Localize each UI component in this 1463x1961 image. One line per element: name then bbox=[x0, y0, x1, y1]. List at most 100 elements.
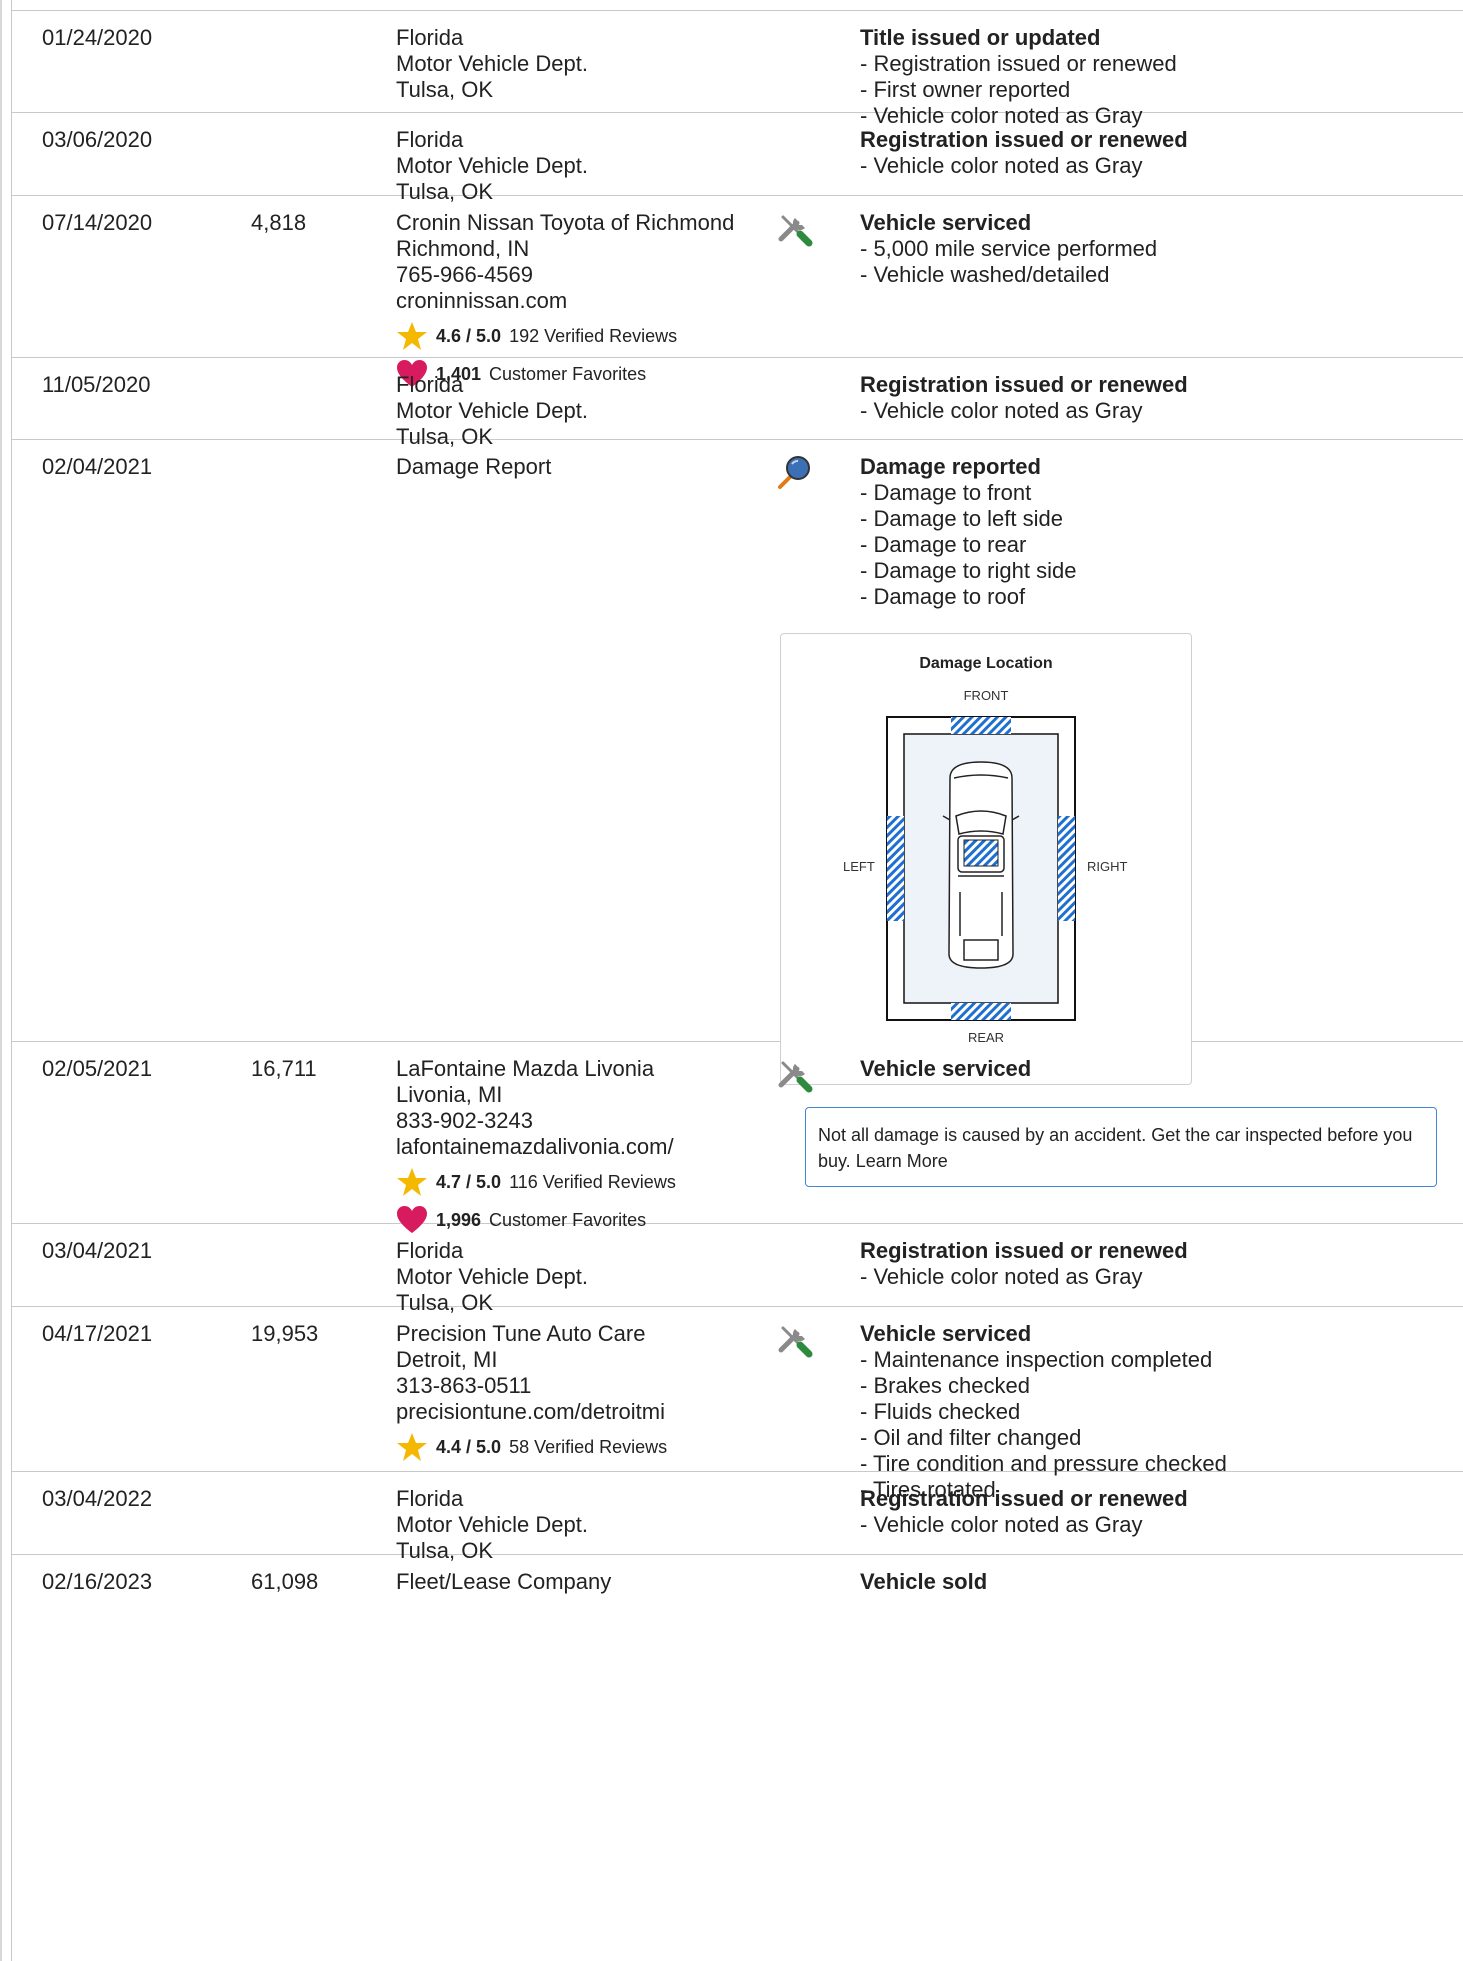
event-title: Vehicle serviced bbox=[860, 210, 1032, 235]
event-detail-item: - 5,000 mile service performed bbox=[860, 236, 1158, 261]
dealer-rating[interactable]: 4.4 / 5.0 58 Verified Reviews bbox=[396, 1431, 776, 1463]
wrench-screwdriver-icon bbox=[775, 208, 819, 252]
event-detail-item: - Vehicle washed/detailed bbox=[860, 262, 1110, 287]
source-line: Precision Tune Auto Care bbox=[396, 1321, 646, 1346]
dealer-rating[interactable]: 4.6 / 5.0 192 Verified Reviews bbox=[396, 320, 776, 352]
wrench-screwdriver-icon bbox=[775, 1054, 819, 1098]
damage-location-diagram: Damage Location FRONT REAR LEFT RIGHT bbox=[780, 633, 1192, 1085]
row-event-icon bbox=[775, 1484, 819, 1528]
source-line: 833-902-3243 bbox=[396, 1108, 534, 1133]
source-line: 313-863-0511 bbox=[396, 1373, 532, 1398]
source-website-link[interactable]: croninnissan.com bbox=[396, 288, 776, 314]
source-line: Motor Vehicle Dept. bbox=[396, 398, 588, 423]
row-details: Registration issued or renewed - Vehicle … bbox=[860, 1238, 1440, 1290]
row-event-icon bbox=[775, 1236, 819, 1280]
source-line: Cronin Nissan Toyota of Richmond bbox=[396, 210, 735, 235]
row-date: 03/06/2020 bbox=[42, 127, 153, 152]
damage-zone-rear bbox=[951, 1003, 1011, 1020]
row-source: Florida Motor Vehicle Dept. Tulsa, OK bbox=[396, 1486, 776, 1564]
row-source: Florida Motor Vehicle Dept. Tulsa, OK bbox=[396, 25, 776, 103]
source-website-link[interactable]: lafontainemazdalivonia.com/ bbox=[396, 1134, 776, 1160]
source-line: Detroit, MI bbox=[396, 1347, 498, 1372]
history-row: 03/04/2021 Florida Motor Vehicle Dept. Tul… bbox=[12, 1224, 1463, 1315]
source-line: Motor Vehicle Dept. bbox=[396, 51, 588, 76]
damage-zone-left bbox=[887, 816, 904, 921]
source-line: Florida bbox=[396, 25, 464, 50]
event-detail-item: - Registration issued or renewed bbox=[860, 51, 1177, 76]
event-title: Registration issued or renewed bbox=[860, 1238, 1188, 1263]
row-details: Registration issued or renewed - Vehicle … bbox=[860, 127, 1440, 179]
damage-diagram-title: Damage Location bbox=[919, 655, 1053, 672]
row-details: Registration issued or renewed - Vehicle … bbox=[860, 1486, 1440, 1538]
source-line: Damage Report bbox=[396, 454, 552, 479]
event-title: Vehicle serviced bbox=[860, 1321, 1032, 1346]
source-website-link[interactable]: precisiontune.com/detroitmi bbox=[396, 1399, 776, 1425]
rating-reviews: 116 Verified Reviews bbox=[509, 1172, 676, 1192]
row-date: 04/17/2021 bbox=[42, 1321, 153, 1346]
source-line: Fleet/Lease Company bbox=[396, 1569, 612, 1594]
row-date: 02/04/2021 bbox=[42, 454, 153, 479]
star-icon bbox=[397, 1433, 427, 1461]
left-border bbox=[0, 0, 2, 1961]
event-detail-item: - First owner reported bbox=[860, 77, 1071, 102]
row-date: 03/04/2021 bbox=[42, 1238, 153, 1263]
damage-zone-front bbox=[951, 717, 1011, 734]
magnifier-icon bbox=[775, 452, 819, 496]
history-row: 02/04/2021 Damage Report Damage reported… bbox=[12, 440, 1463, 1187]
row-date: 01/24/2020 bbox=[42, 25, 153, 50]
row-event-icon bbox=[775, 125, 819, 169]
event-detail-item: - Damage to rear bbox=[860, 532, 1027, 557]
row-mileage: 16,711 bbox=[251, 1056, 317, 1081]
event-detail-item: - Damage to left side bbox=[860, 506, 1063, 531]
event-title: Title issued or updated bbox=[860, 25, 1101, 50]
source-line: Livonia, MI bbox=[396, 1082, 503, 1107]
source-line: LaFontaine Mazda Livonia bbox=[396, 1056, 655, 1081]
history-rows: 01/24/2020 Florida Motor Vehicle Dept. Tul… bbox=[12, 11, 1463, 1615]
star-icon bbox=[397, 1168, 427, 1196]
vehicle-history-table: 01/24/2020 Florida Motor Vehicle Dept. Tul… bbox=[0, 0, 1463, 1961]
history-row: 03/04/2022 Florida Motor Vehicle Dept. Tul… bbox=[12, 1472, 1463, 1563]
history-row: 02/16/2023 61,098 Fleet/Lease Company Ve… bbox=[12, 1555, 1463, 1615]
source-line: Florida bbox=[396, 127, 464, 152]
row-mileage: 61,098 bbox=[251, 1569, 319, 1594]
row-source: Fleet/Lease Company bbox=[396, 1569, 776, 1595]
rating-score: 4.7 / 5.0 bbox=[436, 1172, 502, 1192]
event-detail-item: - Vehicle color noted as Gray bbox=[860, 153, 1143, 178]
left-label: LEFT bbox=[843, 859, 875, 874]
row-event-icon bbox=[775, 23, 819, 67]
row-details: Vehicle serviced bbox=[860, 1056, 1440, 1082]
event-detail-item: - Fluids checked bbox=[860, 1399, 1021, 1424]
event-title: Vehicle sold bbox=[860, 1569, 988, 1594]
wrench-screwdriver-icon bbox=[775, 1319, 819, 1363]
source-line: Motor Vehicle Dept. bbox=[396, 1264, 588, 1289]
row-source: Florida Motor Vehicle Dept. Tulsa, OK bbox=[396, 127, 776, 205]
history-row: 03/06/2020 Florida Motor Vehicle Dept. Tul… bbox=[12, 113, 1463, 204]
event-title: Vehicle serviced bbox=[860, 1056, 1032, 1081]
row-details: Vehicle serviced - 5,000 mile service per… bbox=[860, 210, 1440, 288]
row-date: 03/04/2022 bbox=[42, 1486, 153, 1511]
row-date: 11/05/2020 bbox=[42, 372, 151, 397]
damage-zone-right bbox=[1058, 816, 1075, 921]
event-detail-item: - Oil and filter changed bbox=[860, 1425, 1082, 1450]
source-line: Motor Vehicle Dept. bbox=[396, 1512, 588, 1537]
event-title: Registration issued or renewed bbox=[860, 372, 1188, 397]
row-date: 02/16/2023 bbox=[42, 1569, 153, 1594]
event-title: Registration issued or renewed bbox=[860, 1486, 1188, 1511]
row-event-icon bbox=[775, 1567, 819, 1611]
event-detail-item: - Damage to right side bbox=[860, 558, 1077, 583]
event-detail-item: - Damage to roof bbox=[860, 584, 1026, 609]
history-row: 04/17/2021 19,953 Precision Tune Auto Ca… bbox=[12, 1307, 1463, 1502]
event-detail-item: - Vehicle color noted as Gray bbox=[860, 1512, 1143, 1537]
row-source: Precision Tune Auto Care Detroit, MI 313-8… bbox=[396, 1321, 776, 1463]
history-row: 11/05/2020 Florida Motor Vehicle Dept. Tul… bbox=[12, 358, 1463, 449]
source-line: Florida bbox=[396, 372, 464, 397]
row-mileage: 4,818 bbox=[251, 210, 307, 235]
history-row: 01/24/2020 Florida Motor Vehicle Dept. Tul… bbox=[12, 11, 1463, 128]
dealer-rating[interactable]: 4.7 / 5.0 116 Verified Reviews bbox=[396, 1166, 776, 1198]
row-details: Vehicle sold bbox=[860, 1569, 1440, 1595]
event-title: Registration issued or renewed bbox=[860, 127, 1188, 152]
damage-zone-roof bbox=[963, 839, 999, 867]
source-line: Richmond, IN bbox=[396, 236, 530, 261]
row-details: Registration issued or renewed - Vehicle … bbox=[860, 372, 1440, 424]
row-source: Florida Motor Vehicle Dept. Tulsa, OK bbox=[396, 1238, 776, 1316]
